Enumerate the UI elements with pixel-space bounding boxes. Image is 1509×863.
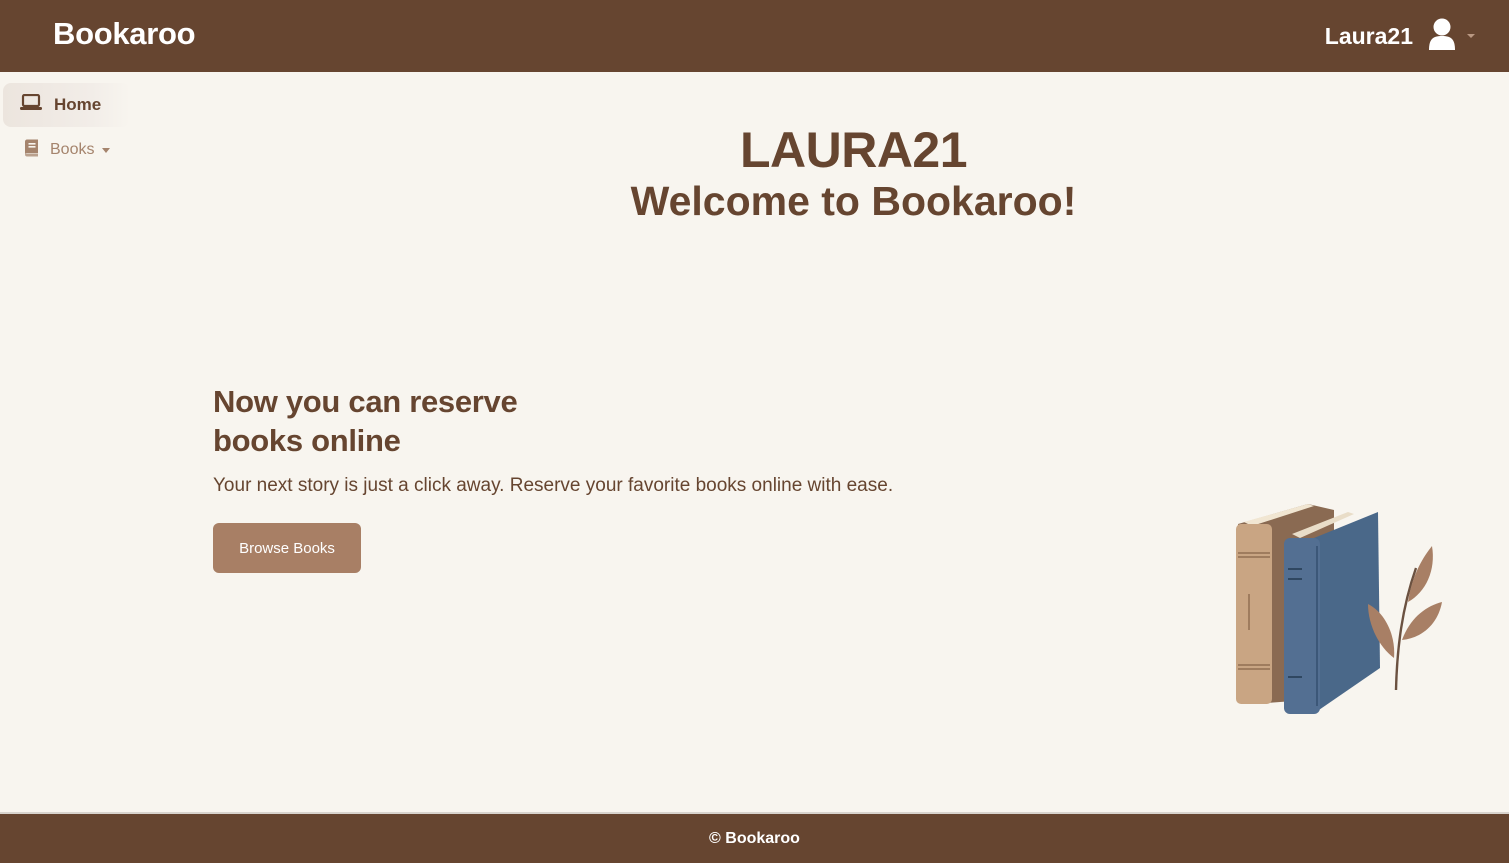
promo-text: Your next story is just a click away. Re… [213,475,894,496]
chevron-down-icon [1467,34,1475,38]
user-menu[interactable]: Laura21 [1325,14,1475,58]
footer: © Bookaroo [0,812,1509,863]
books-illustration [1230,498,1450,718]
user-dropdown-toggle[interactable] [1427,17,1475,56]
page-title: LAURA21 [739,122,968,178]
footer-copyright: © Bookaroo [709,829,800,847]
promo-section: Now you can reserve books online Your ne… [213,382,933,498]
sidebar-item-home[interactable]: Home [3,83,130,127]
user-avatar-icon[interactable] [1427,17,1457,56]
sidebar-item-label: Home [54,95,102,114]
browse-books-button[interactable]: Browse Books [213,523,361,573]
promo-heading: Now you can reserve books online [213,384,518,458]
username-label[interactable]: Laura21 [1325,23,1413,50]
brand-logo[interactable]: Bookaroo [53,16,196,52]
welcome-section: LAURA21 Welcome to Bookaroo! [0,122,1509,226]
welcome-heading: Welcome to Bookaroo! [630,178,1077,224]
laptop-icon [20,93,42,116]
top-navbar: Bookaroo Laura21 [0,0,1509,72]
